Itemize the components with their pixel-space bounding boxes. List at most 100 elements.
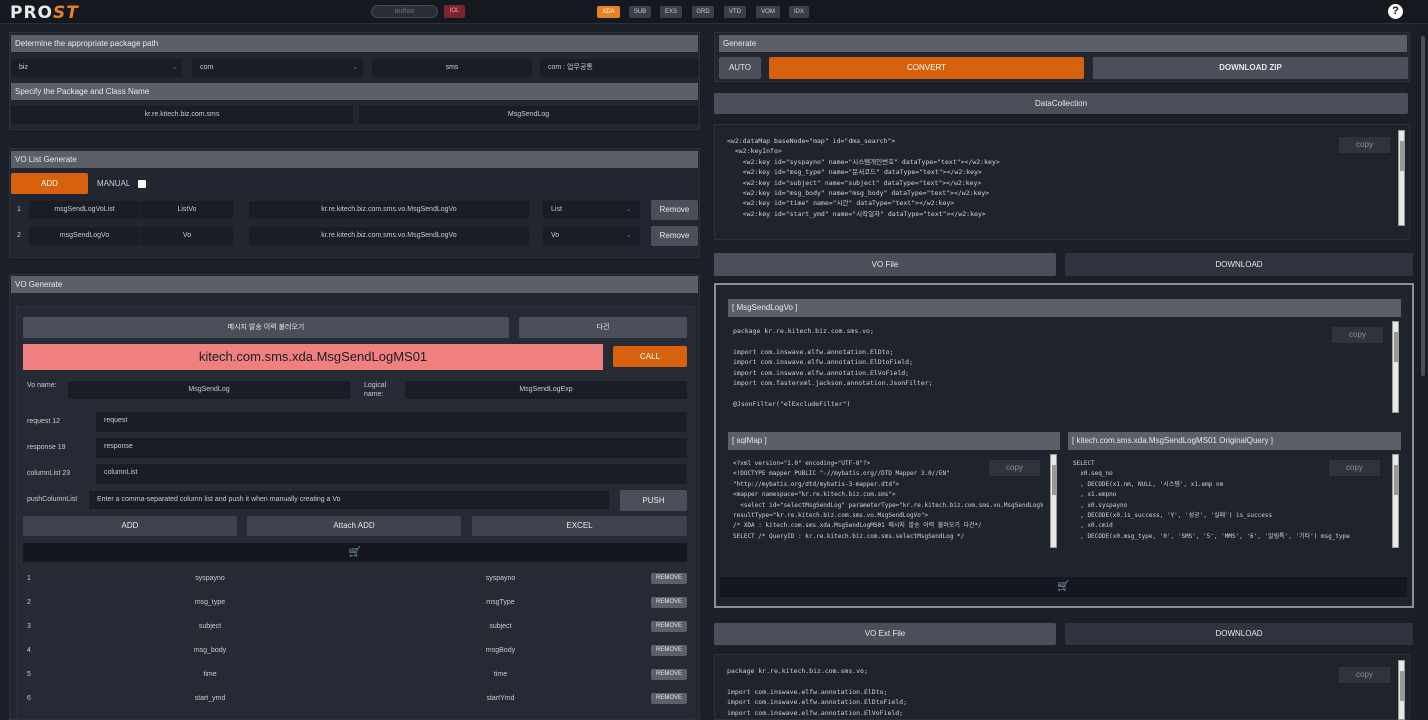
scrollbar[interactable] [1392, 454, 1399, 548]
vo-row-name[interactable]: msgSendLogVo [29, 227, 140, 245]
column-row-field[interactable]: msgBody [368, 642, 633, 659]
column-row-remove-button[interactable]: REMOVE [651, 693, 687, 704]
cart-icon[interactable]: 🛒 [720, 577, 1407, 597]
column-row-remove-button[interactable]: REMOVE [651, 621, 687, 632]
excel-button[interactable]: EXCEL [472, 516, 687, 536]
column-row-no: 1 [27, 575, 31, 582]
tab-idx[interactable]: IDX [789, 6, 809, 18]
column-row-remove-button[interactable]: REMOVE [651, 645, 687, 656]
column-row-remove-button[interactable]: REMOVE [651, 573, 687, 584]
copy-button[interactable]: copy [1332, 327, 1383, 343]
vo-name-input[interactable]: MsgSendLog [68, 381, 350, 399]
column-list-textarea[interactable]: columnList [96, 464, 687, 484]
original-query-header: [ kitech.com.sms.xda.MsgSendLogMS01 Orig… [1068, 432, 1401, 450]
response-label: response 19 [27, 444, 66, 451]
vo-ext-file-button[interactable]: VO Ext File [714, 623, 1056, 645]
app-logo[interactable]: PROST [10, 3, 79, 23]
tab-vom[interactable]: VOM [756, 6, 780, 18]
column-row-field[interactable]: time [368, 666, 633, 683]
tab-sub[interactable]: SUB [629, 6, 651, 18]
cart-icon[interactable]: 🛒 [23, 543, 687, 562]
response-textarea[interactable]: response [96, 438, 687, 458]
copy-button[interactable]: copy [989, 460, 1040, 476]
vo-row-remove-button[interactable]: Remove [651, 226, 698, 246]
column-row-col[interactable]: msg_type [60, 594, 360, 611]
class-name-field[interactable]: MsgSendLog [359, 106, 698, 124]
copy-button[interactable]: copy [1339, 667, 1390, 683]
vo-row-type[interactable]: ListVo [141, 201, 233, 219]
convert-button[interactable]: CONVERT [769, 57, 1084, 79]
vo-list-header: VO List Generate [11, 151, 698, 168]
iol-badge[interactable]: IOL [444, 5, 465, 18]
tab-xda[interactable]: XDA [597, 6, 620, 18]
logical-name-input[interactable]: MsgSendLogExp [405, 381, 687, 399]
package-level1-select[interactable]: biz [11, 59, 182, 77]
vo-ext-download-button[interactable]: DOWNLOAD [1065, 623, 1413, 645]
package-description-field[interactable]: com : 업무공통 [540, 59, 698, 77]
package-level2-select[interactable]: com [192, 59, 363, 77]
vo-class-code[interactable]: package kr.re.kitech.biz.com.sms.vo; imp… [733, 326, 1333, 414]
vo-ext-code[interactable]: package kr.re.kitech.biz.com.sms.vo; imp… [727, 666, 1327, 720]
chevron-down-icon: ⌄ [172, 65, 178, 71]
vo-row-remove-button[interactable]: Remove [651, 200, 698, 220]
request-label: request 12 [27, 418, 61, 425]
push-button[interactable]: PUSH [620, 490, 687, 511]
column-row-col[interactable]: start_ymd [60, 690, 360, 707]
column-row-field[interactable]: msgType [368, 594, 633, 611]
call-button[interactable]: CALL [613, 346, 687, 367]
vo-file-download-button[interactable]: DOWNLOAD [1065, 253, 1413, 276]
package-level3-field[interactable]: sms [372, 59, 532, 77]
vo-row-type[interactable]: Vo [141, 227, 233, 245]
column-row-col[interactable]: syspayno [60, 570, 360, 587]
manual-label: MANUAL [97, 179, 131, 188]
column-row-field[interactable]: startYmd [368, 690, 633, 707]
column-row-no: 3 [27, 623, 31, 630]
scrollbar[interactable] [1398, 660, 1405, 720]
column-row-remove-button[interactable]: REMOVE [651, 597, 687, 608]
auto-button[interactable]: AUTO [719, 57, 761, 79]
download-zip-button[interactable]: DOWNLOAD ZIP [1093, 57, 1408, 79]
vo-row-path[interactable]: kr.re.kitech.biz.com.sms.vo.MsgSendLogVo [249, 227, 529, 245]
scrollbar[interactable] [1398, 130, 1405, 226]
scrollbar[interactable] [1392, 321, 1399, 413]
vo-list-add-button[interactable]: ADD [11, 173, 88, 194]
scrollbar[interactable] [1050, 454, 1057, 548]
xda-id-input[interactable]: kitech.com.sms.xda.MsgSendLogMS01 [23, 344, 603, 370]
vo-class-header: [ MsgSendLogVo ] [728, 299, 1401, 317]
vo-file-button[interactable]: VO File [714, 253, 1056, 276]
add-button[interactable]: ADD [23, 516, 237, 536]
column-row-field[interactable]: syspayno [368, 570, 633, 587]
push-column-input[interactable]: Enter a comma-separated column list and … [89, 491, 609, 509]
generate-header: Generate [719, 35, 1407, 52]
copy-button[interactable]: copy [1339, 137, 1390, 153]
author-search-input[interactable]: author [371, 5, 438, 18]
data-collection-code[interactable]: <w2:dataMap baseNode="map" id="dma_searc… [727, 136, 1387, 226]
chevron-down-icon: ⌄ [353, 65, 359, 71]
manual-checkbox[interactable] [138, 180, 146, 188]
vo-row-name[interactable]: msgSendLogVoList [29, 201, 140, 219]
column-row-col[interactable]: subject [60, 618, 360, 635]
data-collection-button[interactable]: DataCollection [714, 93, 1408, 114]
column-row-no: 5 [27, 671, 31, 678]
sqlmap-header: [ sqlMap ] [728, 432, 1060, 450]
tab-grd[interactable]: GRD [692, 6, 714, 18]
help-icon[interactable]: ? [1388, 4, 1403, 19]
column-row-field[interactable]: subject [368, 618, 633, 635]
top-bar: PROST author IOL XDA SUB EXS GRD VTD VOM… [0, 0, 1428, 24]
tab-vtd[interactable]: VTD [724, 6, 746, 18]
package-path-header: Determine the appropriate package path [11, 35, 698, 52]
tab-exs[interactable]: EXS [660, 6, 682, 18]
column-row-remove-button[interactable]: REMOVE [651, 669, 687, 680]
chevron-down-icon: ⌄ [626, 207, 632, 213]
page-scrollbar[interactable] [1418, 24, 1428, 720]
push-column-label: pushColumnList [27, 496, 78, 503]
fetch-history-button[interactable]: 메시지 발송 이력 불러오기 [23, 317, 509, 338]
package-name-field[interactable]: kr.re.kitech.biz.com.sms [11, 106, 353, 124]
column-row-col[interactable]: msg_body [60, 642, 360, 659]
request-textarea[interactable]: request [96, 412, 687, 432]
vo-row-path[interactable]: kr.re.kitech.biz.com.sms.vo.MsgSendLogVo [249, 201, 529, 219]
multi-button[interactable]: 다건 [519, 317, 687, 338]
copy-button[interactable]: copy [1329, 460, 1380, 476]
column-row-col[interactable]: time [60, 666, 360, 683]
attach-add-button[interactable]: Attach ADD [247, 516, 461, 536]
